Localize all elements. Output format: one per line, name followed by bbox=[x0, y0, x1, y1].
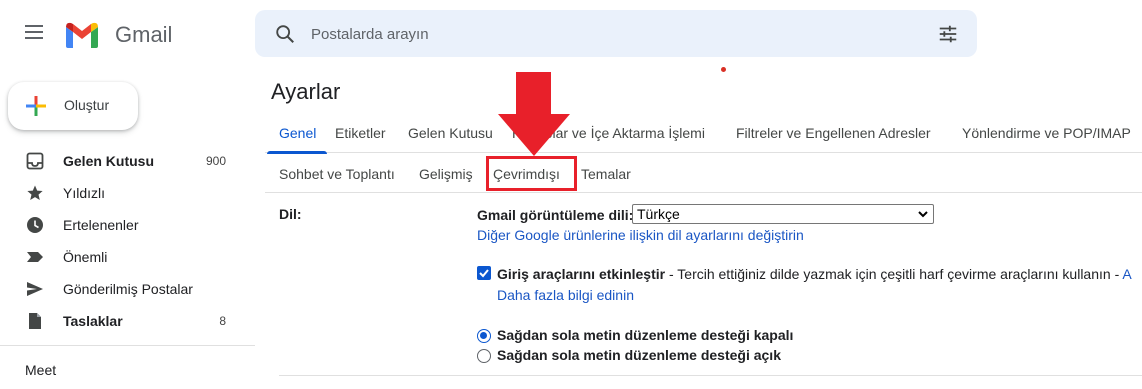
send-icon bbox=[27, 282, 43, 296]
active-tab-indicator bbox=[267, 151, 327, 154]
sidebar-item-inbox[interactable]: Gelen Kutusu 900 bbox=[0, 145, 240, 177]
page-title: Ayarlar bbox=[271, 79, 341, 104]
learn-more-link[interactable]: Daha fazla bilgi edinin bbox=[497, 287, 634, 303]
sidebar-item-label: Ertelenenler bbox=[63, 217, 139, 233]
unread-count: 900 bbox=[205, 154, 226, 168]
main-menu-button[interactable] bbox=[20, 21, 48, 47]
tab-chat-meet[interactable]: Sohbet ve Toplantı bbox=[279, 166, 395, 182]
input-tools-text: Giriş araçlarını etkinleştir - Tercih et… bbox=[497, 266, 1132, 282]
search-input[interactable] bbox=[311, 22, 911, 46]
input-tools-description: - Tercih ettiğiniz dilde yazmak için çeş… bbox=[665, 266, 1123, 282]
input-tools-trailing-link[interactable]: A bbox=[1122, 266, 1131, 282]
input-tools-checkbox[interactable] bbox=[477, 266, 491, 280]
red-arrow-annotation-icon bbox=[498, 72, 570, 156]
rtl-off-radio[interactable] bbox=[477, 329, 491, 343]
settings-tabs-row-2: Sohbet ve Toplantı Gelişmiş Çevrimdışı T… bbox=[265, 155, 1142, 193]
other-products-language-link[interactable]: Diğer Google ürünlerine ilişkin dil ayar… bbox=[477, 227, 804, 243]
top-bar: Gmail bbox=[0, 0, 1142, 66]
rtl-off-label: Sağdan sola metin düzenleme desteği kapa… bbox=[497, 327, 794, 343]
section-divider bbox=[279, 375, 1142, 376]
meet-section-heading: Meet bbox=[25, 362, 57, 378]
star-icon bbox=[27, 185, 43, 200]
gmail-brand-text: Gmail bbox=[115, 22, 173, 47]
important-icon bbox=[27, 252, 43, 262]
search-bar[interactable] bbox=[255, 10, 977, 57]
tab-forwarding-pop-imap[interactable]: Yönlendirme ve POP/IMAP bbox=[962, 125, 1131, 141]
search-icon[interactable] bbox=[274, 23, 296, 45]
language-row-label: Dil: bbox=[279, 206, 302, 222]
cursor-dot bbox=[721, 67, 726, 72]
sidebar-item-label: Önemli bbox=[63, 249, 108, 265]
gmail-logo-icon[interactable] bbox=[63, 19, 101, 49]
tab-labels[interactable]: Etiketler bbox=[335, 125, 386, 141]
sidebar-item-label: Gelen Kutusu bbox=[63, 153, 155, 169]
draft-icon bbox=[29, 313, 41, 329]
menu-bar bbox=[25, 37, 43, 39]
sidebar-item-starred[interactable]: Yıldızlı bbox=[0, 177, 240, 209]
sidebar-item-sent[interactable]: Gönderilmiş Postalar bbox=[0, 273, 240, 305]
offline-tab-highlight-box bbox=[486, 156, 577, 191]
menu-bar bbox=[25, 31, 43, 33]
check-icon bbox=[479, 269, 489, 278]
sidebar-item-snoozed[interactable]: Ertelenenler bbox=[0, 209, 240, 241]
compose-button[interactable]: Oluştur bbox=[8, 82, 138, 130]
selected-language: Türkçe bbox=[637, 206, 680, 222]
plus-icon bbox=[26, 96, 46, 116]
sidebar-item-label: Yıldızlı bbox=[63, 185, 106, 201]
sidebar-divider bbox=[0, 345, 255, 346]
tab-filters[interactable]: Filtreler ve Engellenen Adresler bbox=[736, 125, 931, 141]
display-language-select[interactable]: Türkçe bbox=[632, 204, 934, 224]
chevron-down-icon bbox=[918, 211, 928, 218]
rtl-on-radio[interactable] bbox=[477, 349, 491, 363]
clock-icon bbox=[27, 217, 43, 233]
sidebar-item-important[interactable]: Önemli bbox=[0, 241, 240, 273]
tab-themes[interactable]: Temalar bbox=[581, 166, 631, 182]
draft-count: 8 bbox=[219, 314, 226, 328]
sidebar-item-label: Taslaklar bbox=[63, 313, 123, 329]
sidebar-item-drafts[interactable]: Taslaklar 8 bbox=[0, 305, 240, 337]
display-language-label: Gmail görüntüleme dili: bbox=[477, 207, 634, 223]
sidebar-item-label: Gönderilmiş Postalar bbox=[63, 281, 193, 297]
tab-advanced[interactable]: Gelişmiş bbox=[419, 166, 473, 182]
inbox-icon bbox=[26, 152, 44, 170]
tab-general[interactable]: Genel bbox=[279, 125, 316, 141]
input-tools-label: Giriş araçlarını etkinleştir bbox=[497, 266, 666, 282]
rtl-on-label: Sağdan sola metin düzenleme desteği açık bbox=[497, 347, 781, 363]
sidebar-nav: Gelen Kutusu 900 Yıldızlı Ertelenenler Ö… bbox=[0, 145, 240, 337]
settings-tabs-row-1: Genel Etiketler Gelen Kutusu Hesaplar ve… bbox=[265, 113, 1142, 154]
tab-inbox[interactable]: Gelen Kutusu bbox=[408, 125, 493, 141]
compose-label: Oluştur bbox=[64, 97, 110, 113]
menu-bar bbox=[25, 25, 43, 27]
search-options-icon[interactable] bbox=[937, 23, 959, 45]
